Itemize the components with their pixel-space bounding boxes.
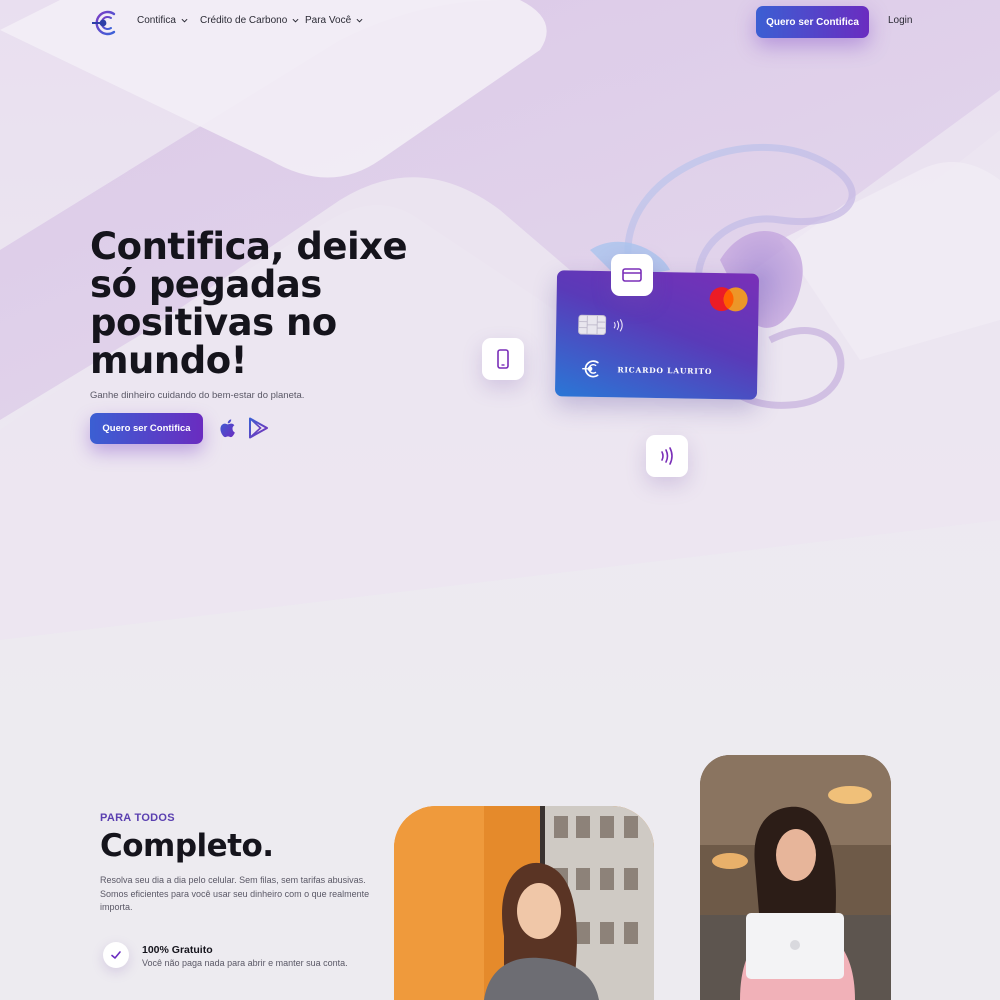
contifica-logo-icon xyxy=(582,360,599,378)
check-badge xyxy=(103,942,129,968)
contactless-icon xyxy=(661,447,673,465)
card-holder-name: RICARDO LAURITO xyxy=(617,365,713,376)
hero-title: Contifica, deixe só pegadas positivas no… xyxy=(90,225,408,382)
top-navigation: Contifica Crédito de Carbono Para Você Q… xyxy=(0,0,1000,44)
mastercard-icon xyxy=(709,287,748,312)
contifica-logo-icon[interactable] xyxy=(88,6,122,40)
contactless-icon xyxy=(613,319,623,332)
hero-subtitle: Ganhe dinheiro cuidando do bem-estar do … xyxy=(90,390,305,401)
contactless-tile xyxy=(646,435,688,477)
smartphone-icon xyxy=(497,349,509,369)
section-eyebrow: PARA TODOS xyxy=(100,812,175,824)
smartphone-tile xyxy=(482,338,524,380)
hero-signup-button[interactable]: Quero ser Contifica xyxy=(90,413,203,444)
login-link[interactable]: Login xyxy=(888,15,912,26)
section-title: Completo. xyxy=(100,828,274,864)
chevron-down-icon xyxy=(292,18,299,23)
nav-item-para-voce[interactable]: Para Você xyxy=(305,15,363,26)
feature-description: Você não paga nada para abrir e manter s… xyxy=(142,958,348,968)
woman-laptop-photo xyxy=(700,755,891,1000)
google-play-icon[interactable] xyxy=(246,416,270,440)
section-body: Resolva seu dia a dia pelo celular. Sem … xyxy=(100,875,370,912)
credit-card-icon xyxy=(622,268,642,282)
chevron-down-icon xyxy=(356,18,363,23)
nav-item-contifica[interactable]: Contifica xyxy=(137,15,188,26)
credit-card-tile xyxy=(611,254,653,296)
nav-item-label: Contifica xyxy=(137,15,176,26)
nav-item-credito-de-carbono[interactable]: Crédito de Carbono xyxy=(200,15,299,26)
nav-item-label: Para Você xyxy=(305,15,352,26)
chevron-down-icon xyxy=(181,18,188,23)
card-illustration: RICARDO LAURITO xyxy=(470,140,870,490)
nav-signup-button[interactable]: Quero ser Contifica xyxy=(756,6,869,38)
check-icon xyxy=(111,951,121,959)
card-chip-icon xyxy=(578,314,607,336)
nav-item-label: Crédito de Carbono xyxy=(200,15,288,26)
credit-card: RICARDO LAURITO xyxy=(554,270,760,400)
apple-icon[interactable] xyxy=(216,416,240,440)
feature-title: 100% Gratuito xyxy=(142,944,213,956)
woman-office-photo xyxy=(394,806,654,1000)
